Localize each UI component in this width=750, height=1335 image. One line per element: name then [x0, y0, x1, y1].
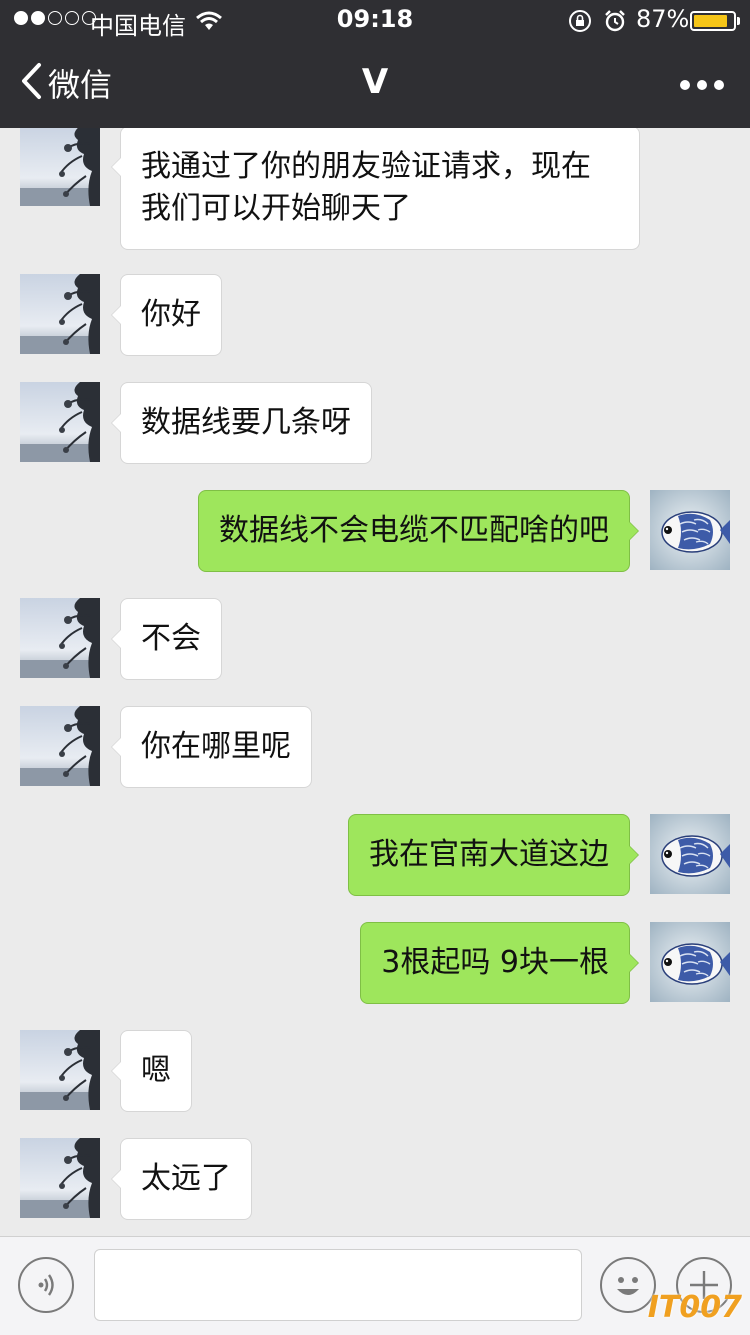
my-avatar[interactable]: [650, 490, 730, 570]
sent-message-bubble[interactable]: 3根起吗 9块一根: [360, 922, 639, 1004]
more-dot: [680, 80, 690, 90]
input-bar: IT007: [0, 1236, 750, 1335]
sent-message-bubble[interactable]: 我在官南大道这边: [348, 814, 639, 896]
battery-level-fill: [694, 15, 727, 27]
battery-percent: 87%: [636, 5, 690, 33]
contact-avatar[interactable]: [20, 382, 100, 462]
nav-bar: 微信 V: [0, 40, 750, 128]
contact-avatar[interactable]: [20, 128, 100, 206]
status-bar: 中国电信 09:18 87%: [0, 0, 750, 40]
contact-avatar[interactable]: [20, 274, 100, 354]
more-dot: [714, 80, 724, 90]
battery-tip: [737, 17, 740, 25]
alarm-icon: [603, 9, 627, 39]
more-dots-icon[interactable]: [680, 80, 724, 90]
sent-message-bubble[interactable]: 数据线不会电缆不匹配啥的吧: [198, 490, 639, 572]
battery-icon: [690, 11, 736, 31]
received-message-bubble[interactable]: 太远了: [111, 1138, 252, 1220]
received-message-bubble[interactable]: 不会: [111, 598, 222, 680]
contact-avatar[interactable]: [20, 1138, 100, 1218]
watermark-logo: IT007: [647, 1290, 742, 1325]
received-message-bubble[interactable]: 数据线要几条呀: [111, 382, 372, 464]
contact-avatar[interactable]: [20, 1030, 100, 1110]
contact-avatar[interactable]: [20, 706, 100, 786]
received-message-bubble[interactable]: 我通过了你的朋友验证请求，现在我们可以开始聊天了: [111, 128, 640, 250]
my-avatar[interactable]: [650, 814, 730, 894]
chat-title: V: [361, 62, 389, 102]
my-avatar[interactable]: [650, 922, 730, 1002]
orientation-lock-icon: [568, 9, 592, 39]
top-bar: 中国电信 09:18 87% 微信 V: [0, 0, 750, 128]
more-dot: [697, 80, 707, 90]
voice-icon[interactable]: [18, 1257, 74, 1313]
received-message-bubble[interactable]: 嗯: [111, 1030, 192, 1112]
contact-avatar[interactable]: [20, 598, 100, 678]
received-message-bubble[interactable]: 你在哪里呢: [111, 706, 312, 788]
received-message-bubble[interactable]: 你好: [111, 274, 222, 356]
message-input[interactable]: [94, 1249, 582, 1321]
chat-area[interactable]: 我通过了你的朋友验证请求，现在我们可以开始聊天了 你好 数据线要几条呀 数据线不…: [0, 128, 750, 1236]
